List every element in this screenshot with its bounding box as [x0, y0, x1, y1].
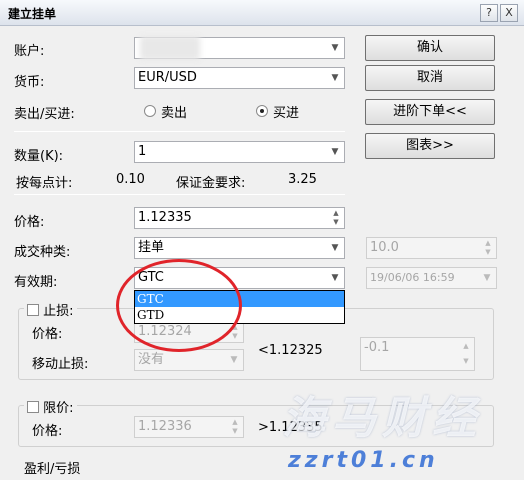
limit-label: 限价:: [43, 401, 74, 416]
limit-price-spinner: 1.12336 ▲ ▼: [134, 416, 244, 438]
trailing-stop-select: 没有 ▼: [134, 349, 244, 371]
currency-select[interactable]: EUR/USD ▼: [134, 67, 345, 89]
limit-price-label: 价格:: [32, 424, 63, 439]
confirm-button[interactable]: 确认: [365, 35, 495, 61]
trailing-stop-label: 移动止损:: [32, 357, 89, 372]
buy-radio[interactable]: [256, 105, 268, 117]
account-label: 账户:: [14, 44, 45, 59]
per-point-label: 按每点计:: [16, 176, 73, 191]
spinner-arrows-icon[interactable]: ▲ ▼: [329, 209, 343, 227]
spinner-arrows-icon: ▲ ▼: [485, 239, 491, 256]
redacted-account-mask: [140, 36, 200, 60]
stop-loss-legend: 止损:: [24, 300, 77, 319]
chevron-down-icon: ▼: [331, 43, 339, 53]
chevron-down-icon: ▼: [483, 273, 491, 283]
chart-button[interactable]: 图表>>: [365, 133, 495, 159]
title-bar: 建立挂单 ? X: [0, 0, 524, 26]
margin-value: 3.25: [288, 172, 317, 187]
order-type-side-spinner: 10.0 ▲ ▼: [366, 237, 497, 259]
order-type-label: 成交种类:: [14, 245, 71, 260]
stop-loss-bound: <1.12325: [258, 343, 323, 358]
buy-radio-label: 买进: [273, 106, 300, 121]
chevron-down-icon: ▼: [331, 73, 339, 83]
chevron-down-icon: ▼: [331, 273, 339, 283]
sell-radio[interactable]: [144, 105, 156, 117]
validity-datetime-select: 19/06/06 16:59 ▼: [366, 267, 497, 289]
cancel-button[interactable]: 取消: [365, 65, 495, 91]
order-type-value: 挂单: [138, 240, 165, 255]
margin-label: 保证金要求:: [176, 176, 246, 191]
chevron-down-icon: ▼: [331, 147, 339, 157]
order-type-select[interactable]: 挂单 ▼: [134, 237, 345, 259]
validity-label: 有效期:: [14, 275, 58, 290]
trailing-stop-value: 没有: [138, 352, 165, 367]
currency-label: 货币:: [14, 75, 45, 90]
currency-value: EUR/USD: [138, 70, 197, 85]
stop-loss-offset-value: -0.1: [364, 340, 390, 355]
price-value: 1.12335: [138, 210, 192, 225]
limit-checkbox[interactable]: [27, 401, 39, 413]
quantity-select[interactable]: 1 ▼: [134, 141, 345, 163]
spinner-arrows-icon: ▲ ▼: [463, 342, 469, 365]
stop-loss-label: 止损:: [43, 304, 74, 319]
close-button[interactable]: X: [500, 4, 518, 22]
divider: [14, 131, 345, 132]
pnl-label: 盈利/亏损: [24, 462, 81, 477]
stop-loss-price-label: 价格:: [32, 327, 63, 342]
divider: [14, 194, 345, 195]
stop-loss-checkbox[interactable]: [27, 304, 39, 316]
watermark-logo: 海马财经: [282, 393, 482, 444]
validity-datetime-value: 19/06/06 16:59: [370, 271, 455, 284]
highlight-ellipse-annotation: [116, 259, 242, 352]
price-spinner[interactable]: 1.12335 ▲ ▼: [134, 207, 345, 229]
spinner-arrows-icon: ▲ ▼: [232, 418, 238, 435]
limit-price-value: 1.12336: [138, 419, 192, 434]
per-point-value: 0.10: [116, 172, 145, 187]
quantity-label: 数量(K):: [14, 149, 64, 164]
sell-radio-label: 卖出: [161, 106, 188, 121]
quantity-value: 1: [138, 144, 147, 159]
help-button[interactable]: ?: [480, 4, 498, 22]
side-label: 卖出/买进:: [14, 107, 75, 122]
advanced-order-button[interactable]: 进阶下单<<: [365, 99, 495, 125]
watermark-url: zzrt01.cn: [288, 448, 439, 473]
chevron-down-icon: ▼: [230, 355, 238, 365]
limit-legend: 限价:: [24, 397, 77, 416]
window-title: 建立挂单: [8, 7, 57, 21]
price-label: 价格:: [14, 215, 45, 230]
chevron-down-icon: ▼: [331, 243, 339, 253]
stop-loss-offset-spinner: -0.1 ▲ ▼: [360, 337, 475, 371]
order-type-side-value: 10.0: [370, 240, 399, 255]
